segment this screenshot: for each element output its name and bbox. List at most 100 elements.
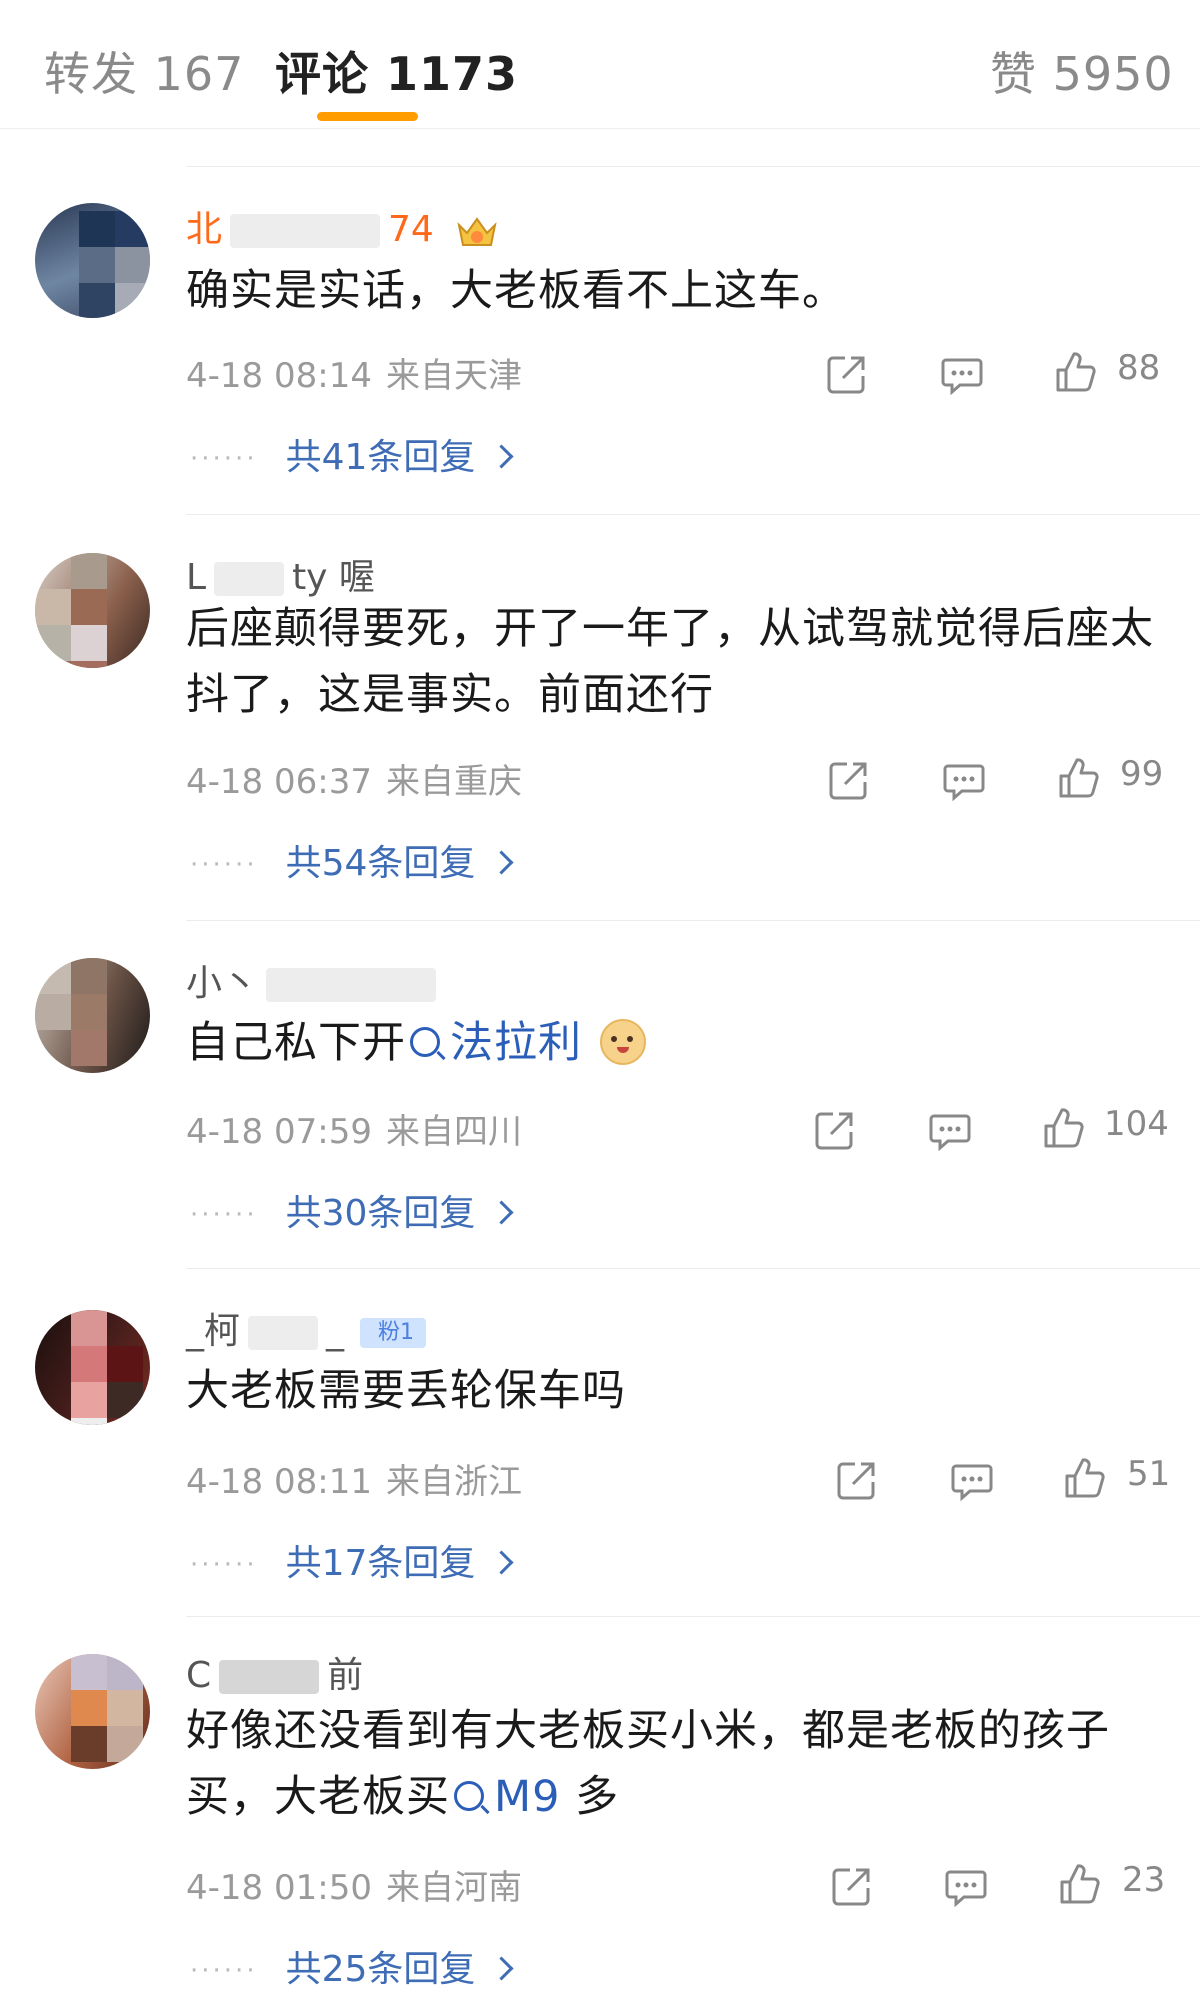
comment-text: 确实是实话，大老板看不上这车。 [186,266,846,316]
search-topic-link[interactable]: 法拉利 [406,1018,582,1068]
username[interactable]: 小丶 [186,954,444,1006]
comment-icon[interactable] [950,1458,994,1502]
search-icon [454,1780,484,1811]
comment-meta: 4-18 01:50 来自河南 [186,1860,522,1909]
active-tab-indicator [317,112,418,121]
view-replies-link[interactable]: ······ 共30条回复 [190,1184,514,1236]
view-replies-link[interactable]: ······ 共25条回复 [190,1940,514,1992]
comment-icon[interactable] [940,352,984,396]
username-redaction [214,562,285,596]
comment-time: 4-18 08:11 [186,1462,372,1502]
search-topic-label: 法拉利 [450,1018,582,1068]
avatar[interactable] [35,1310,150,1425]
divider [186,920,1200,921]
username-visible-prefix: 小丶 [186,963,259,1004]
avatar[interactable] [35,203,150,318]
comment-text-main: 好像还没看到有大老板买小米，都是老板的孩子买，大老板买 [186,1706,1110,1822]
chevron-right-icon [489,1200,514,1225]
fan-level-badge: 粉1 [360,1318,427,1348]
avatar[interactable] [35,553,150,668]
comment-location: 来自天津 [385,356,522,396]
avatar[interactable] [35,1654,150,1769]
comment-location: 来自河南 [385,1868,522,1908]
username-redaction [230,214,381,248]
like-icon[interactable] [1054,350,1098,394]
search-icon [410,1026,440,1057]
username-visible-suffix: 74 [388,209,434,250]
chevron-right-icon [489,1550,514,1575]
username[interactable]: 北 74 [186,200,499,252]
chevron-right-icon [489,1956,514,1981]
comment-icon[interactable] [944,1864,988,1908]
search-topic-label: M9 [494,1772,561,1822]
comment-meta: 4-18 08:11 来自浙江 [186,1454,522,1503]
like-icon[interactable] [1057,756,1101,800]
share-icon[interactable] [835,1458,879,1502]
tab-reposts[interactable]: 转发 167 [44,38,244,104]
doge-emoji-icon [600,1018,646,1065]
comment-meta: 4-18 06:37 来自重庆 [186,754,522,803]
comment-icon[interactable] [928,1108,972,1152]
reply-count-label: 共17条回复 [285,1543,476,1584]
reply-dots: ······ [190,1200,258,1230]
username-visible-prefix: _柯 [186,1311,241,1352]
comment-text: 自己私下开 法拉利 [186,1010,1164,1076]
search-topic-link[interactable]: M9 [450,1772,560,1822]
comment-time: 4-18 06:37 [186,762,372,802]
view-replies-link[interactable]: ······ 共17条回复 [190,1534,514,1586]
divider [186,514,1200,515]
comment-text: 后座颠得要死，开了一年了，从试驾就觉得后座太抖了，这是事实。前面还行 [186,604,1154,720]
username-redaction [248,1316,319,1350]
comment-text: 大老板需要丢轮保车吗 [186,1366,626,1416]
comment-time: 4-18 08:14 [186,356,372,396]
like-count: 23 [1122,1860,1166,1900]
username[interactable]: Lty 喔 [186,548,375,600]
share-icon[interactable] [813,1108,857,1152]
reply-dots: ······ [190,850,258,880]
reply-dots: ······ [190,444,258,474]
share-icon[interactable] [825,352,869,396]
reply-count-label: 共54条回复 [285,843,476,884]
reply-count-label: 共30条回复 [285,1193,476,1234]
comment-icon[interactable] [942,758,986,802]
view-replies-link[interactable]: ······ 共54条回复 [190,834,514,886]
chevron-right-icon [489,850,514,875]
avatar[interactable] [35,958,150,1073]
username-visible-suffix: _ [326,1311,345,1352]
like-count: 104 [1104,1104,1169,1144]
tab-comments[interactable]: 评论 1173 [275,38,518,104]
username-redaction [266,968,437,1002]
like-count: 51 [1127,1454,1171,1494]
username[interactable]: C前 [186,1646,363,1698]
comment-meta: 4-18 07:59 来自四川 [186,1104,522,1153]
comment-text: 好像还没看到有大老板买小米，都是老板的孩子买，大老板买 M9 多 [186,1698,1164,1830]
share-icon[interactable] [830,1864,874,1908]
like-icon[interactable] [1063,1456,1107,1500]
username-redaction [219,1660,320,1694]
view-replies-link[interactable]: ······ 共41条回复 [190,428,514,480]
divider [186,166,1200,167]
username[interactable]: _柯 _ 粉1 [186,1302,427,1354]
comment-text-tail: 多 [575,1772,620,1822]
reply-dots: ······ [190,1550,258,1580]
username-visible-suffix: 前 [327,1655,364,1696]
divider [186,1268,1200,1269]
reply-dots: ······ [190,1956,258,1986]
like-icon[interactable] [1042,1106,1086,1150]
like-count: 99 [1120,754,1164,794]
comment-text-main: 自己私下开 [186,1018,406,1068]
comment-meta: 4-18 08:14 来自天津 [186,348,522,397]
share-icon[interactable] [827,758,871,802]
tab-likes[interactable]: 赞 5950 [990,38,1174,104]
like-icon[interactable] [1058,1862,1102,1906]
username-visible-prefix: C [186,1655,212,1696]
comment-time: 4-18 01:50 [186,1868,372,1908]
like-count: 88 [1117,348,1161,388]
comment-time: 4-18 07:59 [186,1112,372,1152]
comment-location: 来自浙江 [385,1462,522,1502]
crown-icon [457,217,497,246]
reply-count-label: 共25条回复 [285,1949,476,1990]
divider [186,1616,1200,1617]
chevron-right-icon [489,444,514,469]
username-visible-prefix: 北 [186,209,223,250]
